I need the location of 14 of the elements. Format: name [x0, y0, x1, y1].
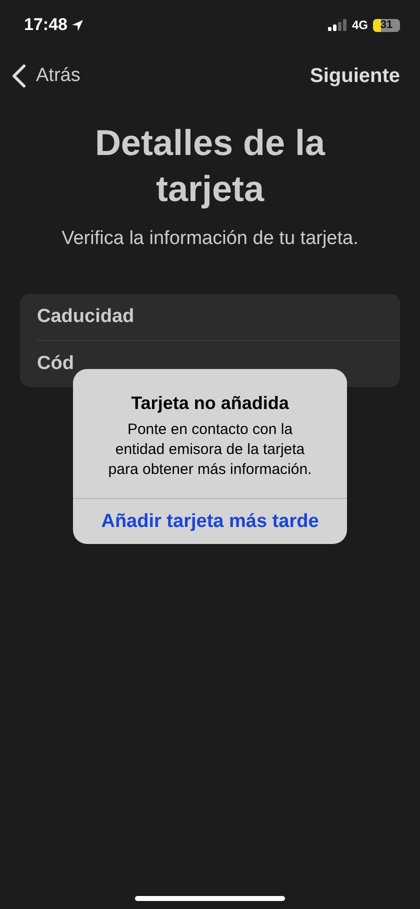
alert-button[interactable]: Añadir tarjeta más tarde: [73, 498, 347, 544]
chevron-left-icon: [12, 64, 26, 88]
back-button[interactable]: Atrás: [12, 64, 80, 88]
next-button[interactable]: Siguiente: [310, 64, 400, 88]
alert-title: Tarjeta no añadida: [130, 393, 290, 414]
page-title: Detalles de la tarjeta: [94, 121, 326, 211]
network-label: 4G: [352, 18, 368, 32]
field-label: Caducidad: [37, 306, 134, 328]
location-arrow-icon: [71, 18, 84, 32]
field-label: Cód: [37, 353, 74, 375]
page-subtitle: Verifica la información de tu tarjeta.: [60, 228, 360, 250]
clock: 17:48: [24, 15, 68, 35]
alert-message: Ponte en contacto con la entidad emisora de la tarjeta para obtener más información.: [107, 420, 313, 480]
signal-icon: [328, 19, 347, 31]
